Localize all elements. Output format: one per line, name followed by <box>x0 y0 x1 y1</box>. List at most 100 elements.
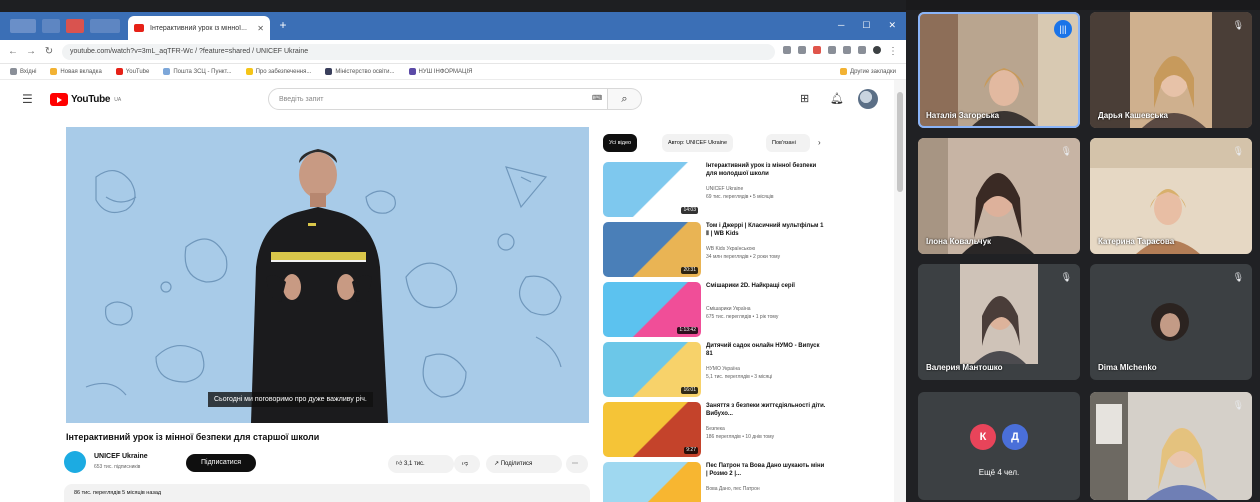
screen: Інтерактивний урок із мінної... ✕ + ─ ☐ … <box>0 0 1260 502</box>
subscriber-count: 653 тис. підписників <box>94 464 141 470</box>
close-tab-icon[interactable]: ✕ <box>257 24 264 33</box>
recommendation-meta: 186 переглядів • 10 днів тому <box>706 434 775 440</box>
recommendation-title[interactable]: Пес Патрон та Вова Дано шукають міни | Р… <box>706 463 826 478</box>
youtube-play-icon <box>50 93 68 106</box>
recommendation-channel[interactable]: Смішарики Україна <box>706 306 826 313</box>
bookmark-item[interactable]: Про забезпечення... <box>245 68 311 75</box>
participant-tile[interactable]: 🎙︎ Ілона Ковальчук <box>918 138 1080 254</box>
extensions-row: ⋮ <box>783 46 898 57</box>
recommendation-title[interactable]: Інтерактивний урок із мінної безпеки для… <box>706 163 826 178</box>
participant-tile[interactable]: 🎙︎ Валерия Мантошко <box>918 264 1080 380</box>
youtube-header: ☰ YouTube UA Введіть запит ⌨ ⌕ ⊞ 🔔︎ <box>0 80 890 120</box>
recommendation-channel[interactable]: WB Kids Українською <box>706 246 826 253</box>
extension-icon[interactable] <box>783 46 791 54</box>
reload-icon[interactable]: ↻ <box>44 46 54 57</box>
chevron-right-icon[interactable]: › <box>818 138 821 147</box>
channel-avatar[interactable] <box>64 451 86 473</box>
bookmark-item[interactable]: YouTube <box>115 68 149 75</box>
recommendation-title[interactable]: Смішарики 2D. Найкращі серії <box>706 283 826 291</box>
notifications-bell-icon[interactable]: 🔔︎ <box>830 92 844 105</box>
active-tab[interactable]: Інтерактивний урок із мінної... ✕ <box>128 16 270 40</box>
share-button[interactable]: ↗ Поділитися <box>486 455 562 473</box>
dislike-button[interactable]: 👎︎ <box>454 455 480 473</box>
bookmark-item[interactable]: Новая вкладка <box>50 68 102 75</box>
menu-icon[interactable]: ☰ <box>22 92 34 106</box>
scrollbar-thumb[interactable] <box>897 92 903 192</box>
recommendation-title[interactable]: Дитячий садок онлайн НУМО - Випуск 81 <box>706 343 826 358</box>
keyboard-icon[interactable]: ⌨ <box>592 94 602 102</box>
minimize-icon[interactable]: ─ <box>838 20 844 31</box>
chip-related[interactable]: Пов'язані <box>766 134 810 152</box>
recommendation-item[interactable]: 20:31 Том і Джеррі | Класичний мультфільм… <box>603 222 893 280</box>
account-avatar[interactable] <box>858 89 878 109</box>
participant-tile[interactable]: 🎙︎ Dima Mlchenko <box>1090 264 1252 380</box>
mic-off-icon: 🎙︎ <box>1232 20 1244 30</box>
chip-all-videos[interactable]: Усі відео <box>603 134 638 152</box>
bookmark-item[interactable]: Міністерство освіти... <box>325 68 395 75</box>
bookmark-item[interactable]: Вхідні <box>10 68 36 75</box>
bookmark-icon <box>408 68 416 75</box>
extension-icon[interactable] <box>858 46 866 54</box>
close-window-icon[interactable]: ✕ <box>888 20 896 31</box>
video-subtitle: Сьогодні ми поговоримо про дуже важливу … <box>208 392 373 407</box>
extension-icon[interactable] <box>828 46 836 54</box>
tab-group-chip[interactable] <box>42 19 60 33</box>
recommendation-channel[interactable]: НУМО Україна <box>706 366 826 373</box>
other-bookmarks[interactable]: Другие закладки <box>840 68 896 75</box>
self-view-tile[interactable]: 🎙︎ <box>1090 392 1252 500</box>
recommendation-item[interactable]: Пес Патрон та Вова Дано шукають міни | Р… <box>603 462 893 502</box>
profile-icon[interactable] <box>873 46 881 54</box>
os-top-strip <box>0 0 906 12</box>
menu-dots-icon[interactable]: ⋮ <box>888 46 898 57</box>
subscribe-button[interactable]: Підписатися <box>186 454 256 472</box>
recommendation-thumbnail[interactable]: 14:03 <box>603 162 701 217</box>
participant-tile[interactable]: ||| Наталія Загорська <box>918 12 1080 128</box>
bookmark-item[interactable]: Пошта ЗСЦ - Пункт... <box>163 68 232 75</box>
maximize-icon[interactable]: ☐ <box>862 20 870 31</box>
recommendation-item[interactable]: 9:27 Заняття з безпеки життєдіяльності ді… <box>603 402 893 460</box>
bookmark-item[interactable]: НУШ ІНФОРМАЦІЯ <box>408 68 472 75</box>
video-player[interactable] <box>66 127 589 423</box>
recommendation-item[interactable]: 1:13:42 Смішарики 2D. Найкращі серії Сміша… <box>603 282 893 340</box>
speaking-indicator-icon: ||| <box>1054 20 1072 38</box>
recommendation-title[interactable]: Заняття з безпеки життєдіяльності діти. … <box>706 403 826 418</box>
recommendation-item[interactable]: 16:01 Дитячий садок онлайн НУМО - Випуск … <box>603 342 893 400</box>
recommendation-thumbnail[interactable]: 1:13:42 <box>603 282 701 337</box>
tab-group-chip[interactable] <box>10 19 36 33</box>
participant-tile[interactable]: 🎙︎ Катерина Тарасова <box>1090 138 1252 254</box>
url-field[interactable]: youtube.com/watch?v=3mL_aqTFR-Wc / ?feat… <box>62 43 775 60</box>
recommendation-thumbnail[interactable]: 20:31 <box>603 222 701 277</box>
recommendation-thumbnail[interactable]: 16:01 <box>603 342 701 397</box>
new-tab-icon[interactable]: + <box>276 18 290 32</box>
recommendation-title[interactable]: Том і Джеррі | Класичний мультфільм 1 Ⅱ … <box>706 223 826 238</box>
extension-icon[interactable] <box>813 46 821 54</box>
search-placeholder: Введіть запит <box>279 95 324 103</box>
recommendation-channel[interactable]: UNICEF Ukraine <box>706 186 826 193</box>
tab-group-chip[interactable] <box>90 19 120 33</box>
participant-tile[interactable]: 🎙︎ Дарья Кашевська <box>1090 12 1252 128</box>
youtube-logo[interactable]: YouTube UA <box>50 93 121 106</box>
page-scrollbar[interactable] <box>894 80 906 502</box>
search-input[interactable]: Введіть запит <box>268 88 608 110</box>
tab-group-chip[interactable] <box>66 19 84 33</box>
logo-region: UA <box>114 96 122 103</box>
more-actions-button[interactable]: ⋯ <box>566 455 588 473</box>
recommendation-thumbnail[interactable]: 9:27 <box>603 402 701 457</box>
search-button[interactable]: ⌕ <box>608 88 642 110</box>
forward-icon[interactable]: → <box>26 46 36 57</box>
more-participants-tile[interactable]: К Д Ещё 4 чел. <box>918 392 1080 500</box>
channel-name[interactable]: UNICEF Ukraine <box>94 453 148 460</box>
extension-icon[interactable] <box>798 46 806 54</box>
recommendation-item[interactable]: 14:03 Інтерактивний урок із мінної безпек… <box>603 162 893 220</box>
recommendation-channel[interactable]: Безпека <box>706 426 826 433</box>
bookmark-icon <box>325 68 333 75</box>
extension-icon[interactable] <box>843 46 851 54</box>
youtube-favicon-icon <box>134 24 144 32</box>
chip-author[interactable]: Автор: UNICEF Ukraine <box>662 134 734 152</box>
recommendation-channel[interactable]: Вова Дано, пес Патрон <box>706 486 826 493</box>
back-icon[interactable]: ← <box>8 46 18 57</box>
like-button[interactable]: 👍︎ 3,1 тис. <box>388 455 454 473</box>
youtube-icon <box>115 68 123 75</box>
create-video-icon[interactable]: ⊞ <box>800 92 809 105</box>
recommendation-thumbnail[interactable] <box>603 462 701 502</box>
